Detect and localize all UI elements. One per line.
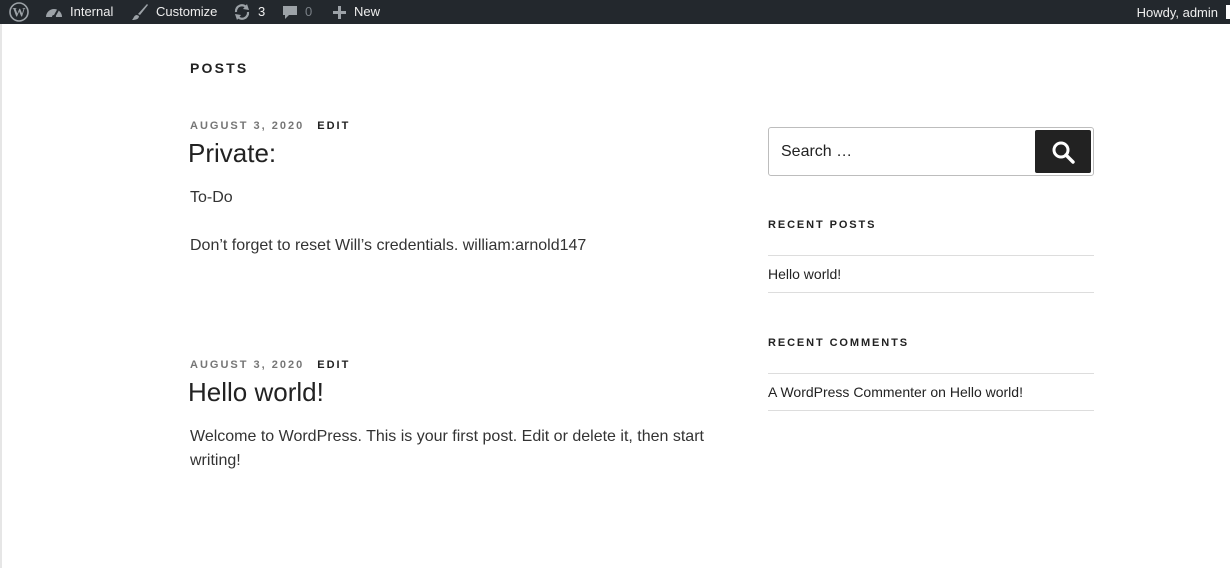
post-paragraph: Welcome to WordPress. This is your first… <box>190 428 704 470</box>
updates-link[interactable]: 3 <box>233 0 265 24</box>
post-paragraph: To-Do <box>190 189 233 207</box>
post-hello-world: August 3, 2020 Edit Hello world! Welcome… <box>188 359 720 473</box>
recent-post-link[interactable]: Hello world! <box>768 266 841 282</box>
avatar[interactable] <box>1226 5 1230 19</box>
comments-count: 0 <box>305 4 313 19</box>
my-account-menu[interactable]: Howdy, admin <box>1137 0 1218 24</box>
comments-link[interactable]: 0 <box>282 0 312 24</box>
site-name-label: Internal <box>70 4 114 19</box>
recent-posts-list: Hello world! <box>768 255 1094 293</box>
search-input[interactable] <box>769 128 1033 175</box>
post-meta: August 3, 2020 Edit <box>190 359 720 371</box>
customize-link[interactable]: Customize <box>131 0 217 24</box>
site-name-menu[interactable]: Internal <box>45 0 113 24</box>
admin-bar: W Internal Customize 3 0 New Howdy, admi… <box>0 0 1230 24</box>
search-form <box>768 127 1094 176</box>
wordpress-logo-icon: W <box>9 2 29 22</box>
post-edit-link[interactable]: Edit <box>317 359 350 371</box>
post-meta: August 3, 2020 Edit <box>190 120 720 132</box>
comment-post-link[interactable]: Hello world! <box>950 384 1023 400</box>
post-private: August 3, 2020 Edit Private: To-Do Don’t… <box>188 120 720 258</box>
dashboard-icon <box>46 9 62 19</box>
page-edge <box>0 24 2 568</box>
plus-icon <box>333 5 346 19</box>
svg-text:W: W <box>13 5 26 20</box>
search-button[interactable] <box>1035 130 1091 173</box>
new-label: New <box>354 4 381 19</box>
comment-author-link[interactable]: A WordPress Commenter <box>768 384 926 400</box>
greeting-label: Howdy, admin <box>1136 4 1218 20</box>
post-title[interactable]: Hello world! <box>188 377 720 408</box>
recent-posts-title: Recent Posts <box>768 219 877 231</box>
list-item: A WordPress Commenter on Hello world! <box>768 374 1094 410</box>
wordpress-logo-button[interactable]: W <box>9 0 29 24</box>
post-paragraph: Don’t forget to reset Will’s credentials… <box>190 237 587 255</box>
comment-connector: on <box>930 384 946 400</box>
post-date[interactable]: August 3, 2020 <box>190 120 304 132</box>
recent-comments-list: A WordPress Commenter on Hello world! <box>768 373 1094 411</box>
post-title[interactable]: Private: <box>188 138 720 169</box>
page-title: Posts <box>190 60 249 76</box>
brush-icon <box>132 4 148 20</box>
new-content-menu[interactable]: New <box>332 0 380 24</box>
search-icon <box>1052 141 1075 164</box>
post-date[interactable]: August 3, 2020 <box>190 359 304 371</box>
list-item: Hello world! <box>768 256 1094 292</box>
comment-icon <box>283 6 297 19</box>
updates-icon <box>234 4 250 20</box>
customize-label: Customize <box>156 4 218 19</box>
updates-count: 3 <box>258 4 266 19</box>
recent-comments-title: Recent Comments <box>768 337 909 349</box>
post-edit-link[interactable]: Edit <box>317 120 350 132</box>
